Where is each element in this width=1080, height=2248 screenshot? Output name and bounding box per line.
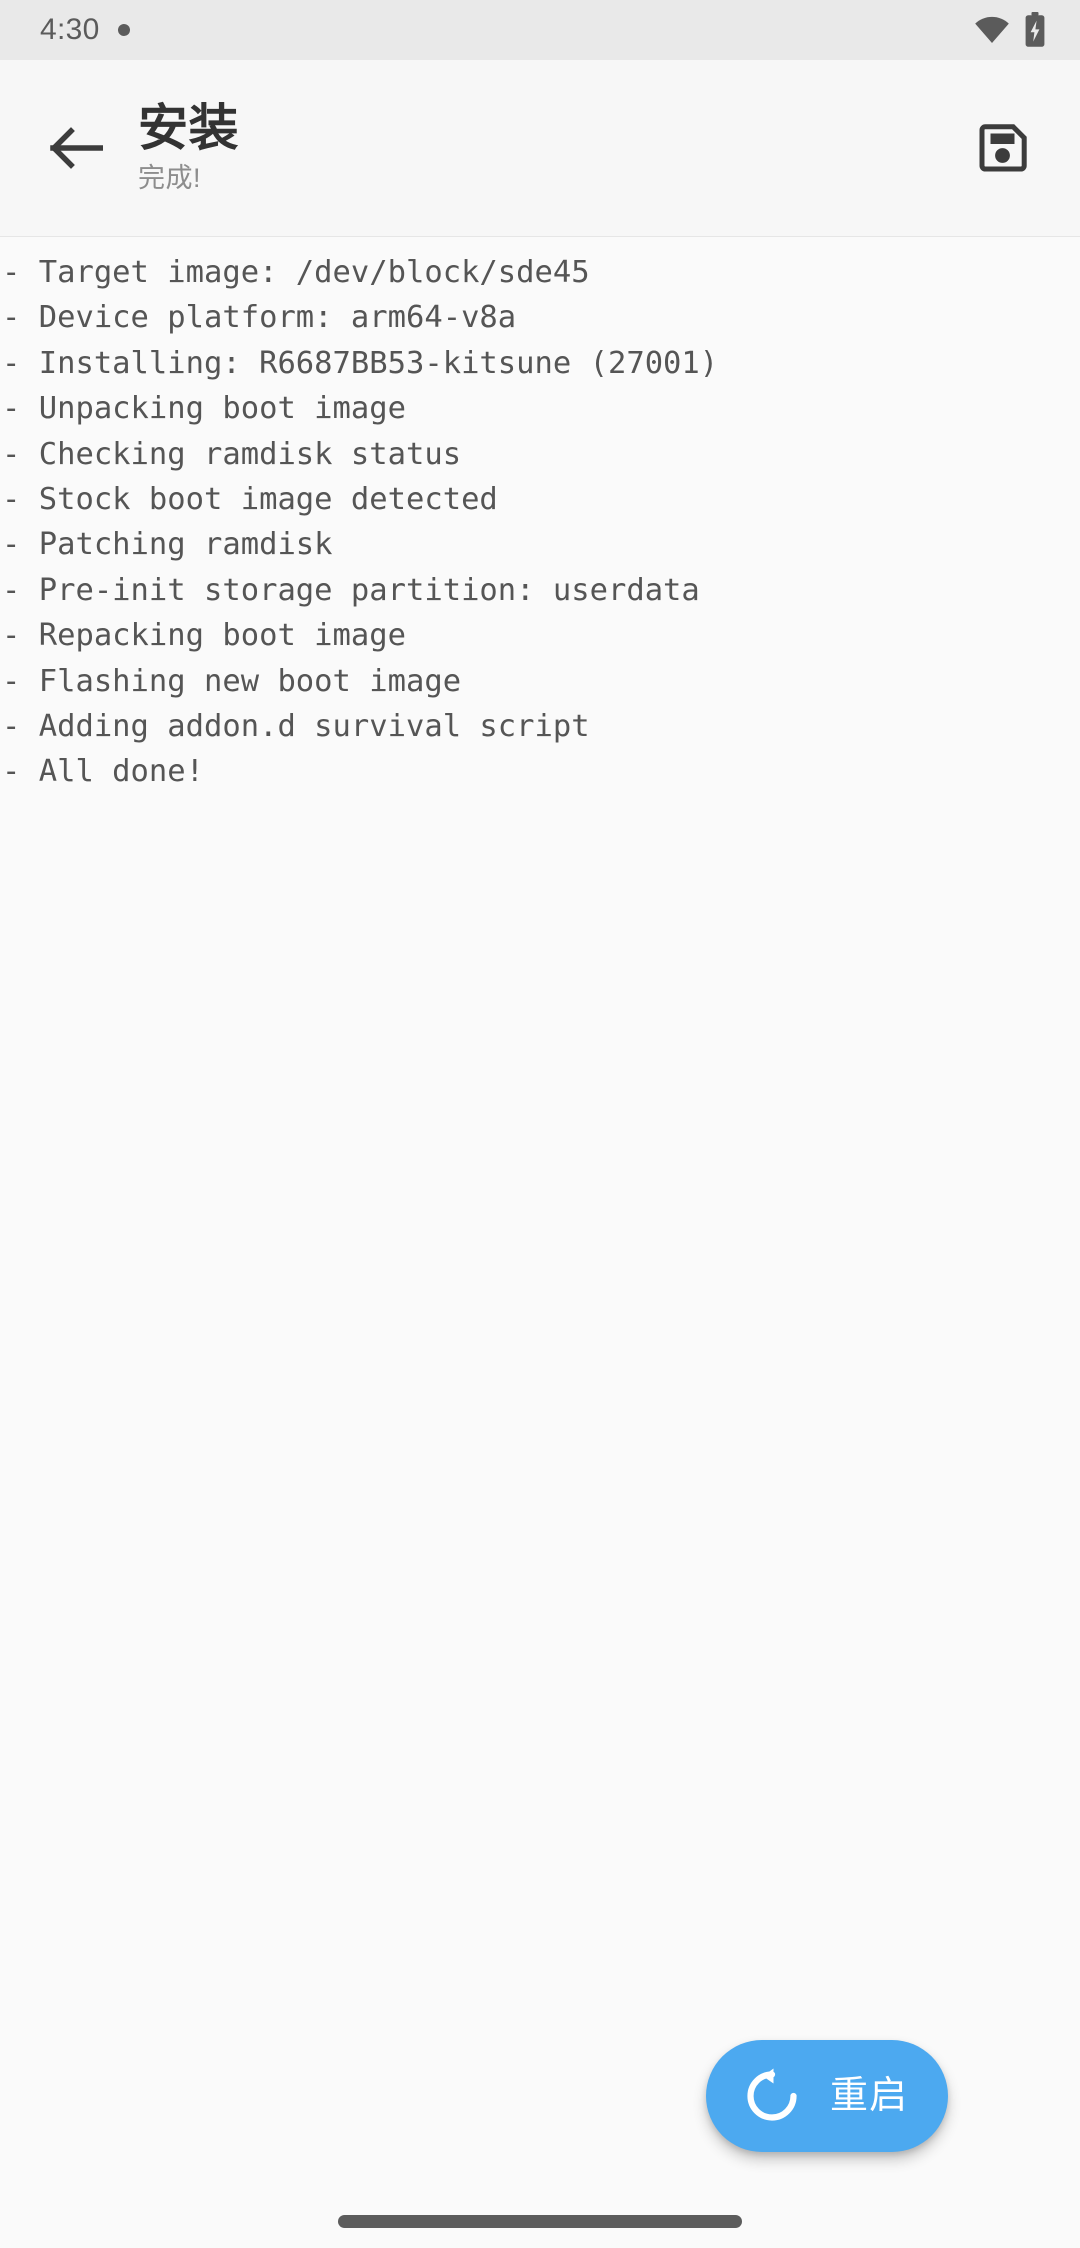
gesture-home-pill[interactable]: [338, 2214, 742, 2228]
page-subtitle: 完成!: [138, 162, 202, 193]
status-bar-clock: 4:30: [40, 13, 100, 46]
log-line: - Repacking boot image: [2, 618, 406, 654]
log-line: - All done!: [2, 754, 204, 790]
save-log-button[interactable]: [948, 93, 1058, 203]
reboot-button-label: 重启: [830, 2075, 909, 2117]
battery-charging-icon: [1024, 12, 1046, 48]
reboot-button[interactable]: 重启: [706, 2040, 949, 2152]
floppy-disk-save-icon: [975, 120, 1031, 176]
navigation-bar: [0, 2180, 1080, 2248]
log-line: - Unpacking boot image: [2, 391, 406, 427]
back-button[interactable]: [24, 96, 128, 200]
log-line: - Pre-init storage partition: userdata: [2, 572, 700, 608]
log-line: - Checking ramdisk status: [2, 436, 462, 472]
wifi-icon: [974, 16, 1010, 44]
install-log-console[interactable]: - Target image: /dev/block/sde45 - Devic…: [0, 238, 1080, 2028]
log-line: - Installing: R6687BB53-kitsune (27001): [2, 345, 719, 381]
log-line: - Stock boot image detected: [2, 482, 498, 518]
log-line: - Target image: /dev/block/sde45: [2, 255, 590, 290]
arrow-left-icon: [49, 126, 103, 170]
page-title: 安装: [138, 99, 239, 156]
restart-rotate-icon: [742, 2066, 802, 2126]
log-line: - Adding addon.d survival script: [2, 709, 590, 745]
log-line: - Flashing new boot image: [2, 663, 462, 699]
status-bar-left: 4:30: [40, 15, 130, 45]
status-bar-right: [974, 12, 1046, 48]
notification-dot-icon: [117, 24, 130, 36]
status-bar: 4:30: [0, 0, 1080, 60]
log-line: - Device platform: arm64-v8a: [2, 300, 517, 336]
log-line: - Patching ramdisk: [2, 527, 333, 563]
app-bar-title-block: 安装 完成!: [138, 101, 948, 196]
app-bar: 安装 完成!: [0, 60, 1080, 237]
